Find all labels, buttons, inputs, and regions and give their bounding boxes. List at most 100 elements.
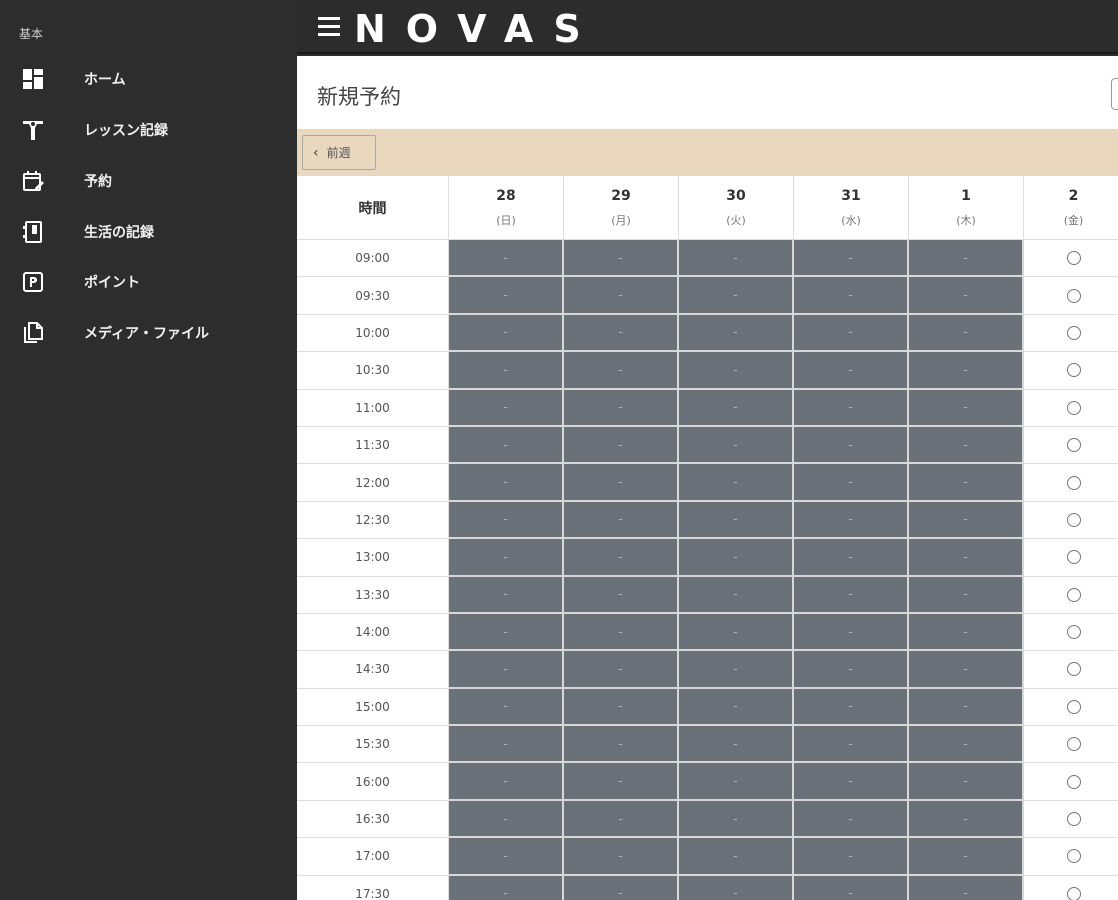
available-circle-icon [1066, 774, 1081, 789]
unavailable-slot: - [909, 501, 1024, 540]
time-slot-row: 13:00 - - - - - [297, 539, 1118, 577]
available-slot[interactable] [1024, 613, 1118, 652]
unavailable-mark: - [733, 437, 738, 452]
unavailable-slot: - [794, 389, 909, 427]
sidebar-item-life-records[interactable]: 生活の記録 [0, 212, 297, 252]
time-label: 11:00 [297, 389, 449, 427]
available-slot[interactable] [1024, 389, 1118, 427]
available-slot[interactable] [1024, 501, 1118, 540]
unavailable-slot: - [564, 651, 679, 689]
unavailable-slot: - [449, 352, 564, 390]
unavailable-mark: - [848, 661, 853, 676]
unavailable-mark: - [733, 587, 738, 602]
available-slot[interactable] [1024, 539, 1118, 577]
unavailable-mark: - [963, 475, 968, 490]
day-column-header: 30 (火) [679, 176, 794, 240]
unavailable-mark: - [848, 475, 853, 490]
sidebar-item-media-files[interactable]: メディア・ファイル [0, 313, 297, 353]
unavailable-slot: - [564, 875, 679, 900]
menu-icon[interactable] [318, 17, 340, 37]
available-slot[interactable] [1024, 352, 1118, 390]
fitness-icon [21, 118, 45, 142]
unavailable-slot: - [679, 613, 794, 652]
time-slot-row: 14:30 - - - - - [297, 651, 1118, 689]
unavailable-slot: - [449, 651, 564, 689]
unavailable-mark: - [618, 624, 623, 639]
available-slot[interactable] [1024, 576, 1118, 614]
unavailable-mark: - [963, 661, 968, 676]
unavailable-mark: - [618, 848, 623, 863]
time-slot-row: 15:00 - - - - - [297, 688, 1118, 727]
time-slot-row: 12:00 - - - - - [297, 464, 1118, 502]
unavailable-slot: - [794, 613, 909, 652]
unavailable-slot: - [794, 688, 909, 727]
unavailable-slot: - [679, 240, 794, 278]
day-weekday: (金) [1063, 213, 1084, 227]
available-slot[interactable] [1024, 277, 1118, 315]
unavailable-slot: - [564, 314, 679, 353]
unavailable-slot: - [449, 277, 564, 315]
unavailable-slot: - [564, 576, 679, 614]
time-slot-row: 17:30 - - - - - [297, 875, 1118, 900]
unavailable-mark: - [848, 400, 853, 415]
available-slot[interactable] [1024, 800, 1118, 839]
unavailable-slot: - [909, 389, 1024, 427]
available-circle-icon [1066, 475, 1081, 490]
day-number: 29 [611, 187, 631, 204]
day-column-header: 1 (木) [909, 176, 1024, 240]
unavailable-slot: - [449, 838, 564, 876]
unavailable-slot: - [794, 352, 909, 390]
unavailable-mark: - [848, 886, 853, 900]
dashboard-icon [21, 67, 45, 91]
available-circle-icon [1066, 400, 1081, 415]
unavailable-slot: - [564, 800, 679, 839]
available-slot[interactable] [1024, 464, 1118, 502]
available-slot[interactable] [1024, 426, 1118, 465]
unavailable-slot: - [909, 651, 1024, 689]
prev-week-button[interactable]: ‹ 前週 [302, 135, 376, 170]
unavailable-mark: - [963, 624, 968, 639]
unavailable-mark: - [618, 886, 623, 900]
day-column-header: 31 (水) [794, 176, 909, 240]
available-slot[interactable] [1024, 651, 1118, 689]
sidebar-item-home[interactable]: ホーム [0, 59, 297, 99]
header-action-button[interactable] [1111, 78, 1118, 110]
unavailable-slot: - [679, 277, 794, 315]
available-slot[interactable] [1024, 314, 1118, 353]
unavailable-slot: - [449, 688, 564, 727]
unavailable-mark: - [618, 661, 623, 676]
unavailable-slot: - [564, 539, 679, 577]
unavailable-mark: - [618, 549, 623, 564]
unavailable-slot: - [679, 800, 794, 839]
sidebar-item-points[interactable]: ポイント [0, 262, 297, 302]
time-slot-row: 17:00 - - - - - [297, 838, 1118, 876]
time-label: 15:00 [297, 688, 449, 727]
unavailable-mark: - [618, 325, 623, 340]
available-slot[interactable] [1024, 726, 1118, 764]
available-slot[interactable] [1024, 875, 1118, 900]
unavailable-mark: - [503, 250, 508, 265]
available-circle-icon [1066, 325, 1081, 340]
unavailable-slot: - [564, 352, 679, 390]
unavailable-slot: - [564, 763, 679, 801]
page-title: 新規予約 [317, 85, 401, 109]
unavailable-slot: - [909, 838, 1024, 876]
unavailable-mark: - [503, 587, 508, 602]
available-circle-icon [1066, 737, 1081, 752]
sidebar-item-reservation[interactable]: 予約 [0, 161, 297, 201]
unavailable-mark: - [618, 699, 623, 714]
available-slot[interactable] [1024, 688, 1118, 727]
available-circle-icon [1066, 625, 1081, 640]
available-slot[interactable] [1024, 763, 1118, 801]
day-column-header: 29 (月) [564, 176, 679, 240]
available-slot[interactable] [1024, 838, 1118, 876]
unavailable-slot: - [909, 314, 1024, 353]
unavailable-mark: - [963, 250, 968, 265]
unavailable-mark: - [733, 549, 738, 564]
available-slot[interactable] [1024, 240, 1118, 278]
unavailable-mark: - [733, 699, 738, 714]
available-circle-icon [1066, 512, 1081, 527]
sidebar-item-lesson-records[interactable]: レッスン記録 [0, 110, 297, 150]
available-circle-icon [1066, 886, 1081, 900]
unavailable-mark: - [963, 288, 968, 303]
